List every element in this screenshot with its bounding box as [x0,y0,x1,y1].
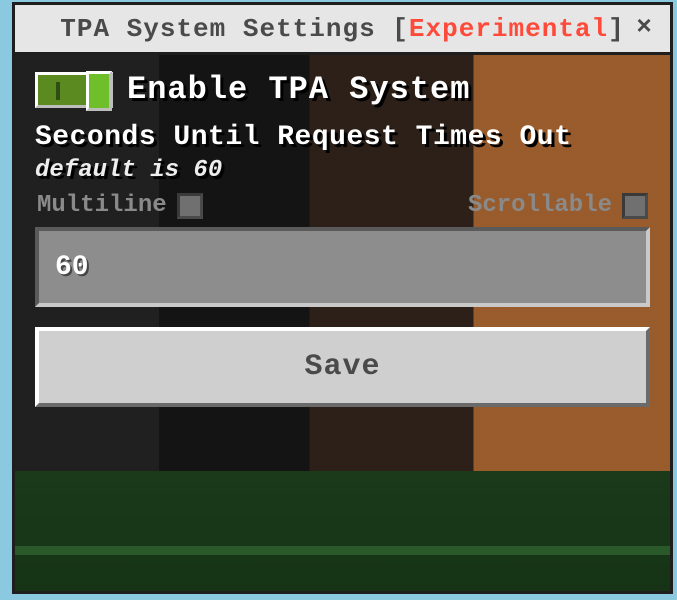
title-prefix: TPA System Settings [60,14,392,44]
save-button[interactable]: Save [35,327,650,407]
background-decor [15,471,670,591]
toggle-knob [86,71,112,111]
settings-window: TPA System Settings [Experimental] × Ena… [12,2,673,594]
timeout-subtitle: default is 60 [35,157,650,184]
enable-toggle-row: Enable TPA System [35,71,650,108]
enable-tpa-toggle[interactable] [35,72,113,108]
title-experimental: Experimental [409,14,608,44]
background-decor [15,546,670,555]
multiline-checkbox[interactable] [177,193,203,219]
multiline-option[interactable]: Multiline [37,192,203,219]
close-icon[interactable]: × [630,13,658,41]
title-bracket-open: [ [392,14,409,44]
scrollable-label: Scrollable [468,192,612,219]
content-area: Enable TPA System Seconds Until Request … [15,55,670,591]
window-title: TPA System Settings [Experimental] [15,14,670,44]
timeout-input[interactable] [35,227,650,307]
textbox-meta-row: Multiline Scrollable [35,192,650,219]
enable-tpa-label: Enable TPA System [127,71,470,108]
titlebar: TPA System Settings [Experimental] × [15,5,670,55]
scrollable-checkbox[interactable] [622,193,648,219]
multiline-label: Multiline [37,192,167,219]
scrollable-option[interactable]: Scrollable [468,192,648,219]
timeout-title: Seconds Until Request Times Out [35,122,650,153]
title-bracket-close: ] [608,14,625,44]
